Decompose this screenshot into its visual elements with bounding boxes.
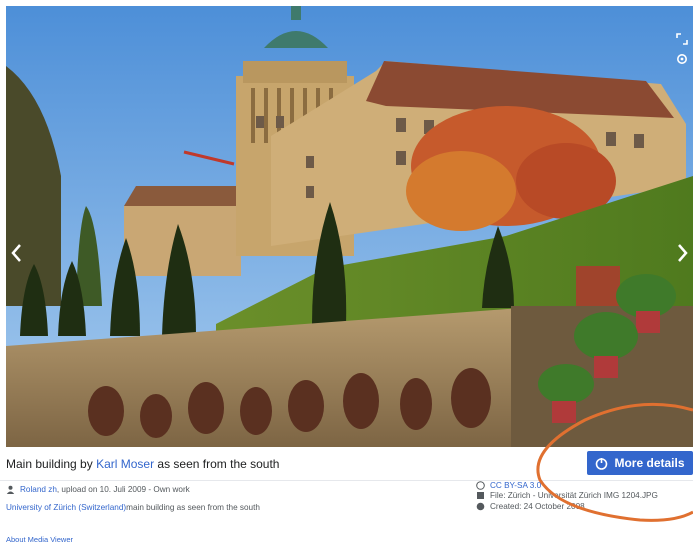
license-row: CC BY-SA 3.0 [476,480,658,491]
uploader-link[interactable]: Roland zh [20,485,57,494]
info-icon [596,457,608,470]
description-row: University of Zürich (Switzerland) main … [6,501,260,514]
caption-suffix: as seen from the south [154,457,280,471]
chevron-right-icon [678,244,688,262]
upload-info: , upload on 10. Juli 2009 - Own work [56,485,190,494]
author-link[interactable]: Karl Moser [96,457,154,471]
created-date: Created: 24 October 2008 [490,501,585,511]
created-row: Created: 24 October 2008 [476,501,658,512]
more-details-label: More details [614,456,685,470]
uploader-row: Roland zh, upload on 10. Juli 2009 - Own… [6,483,260,496]
file-icon [477,492,484,500]
description-link[interactable]: University of Zürich (Switzerland) [6,503,126,512]
file-name: File: Zürich - Universität Zürich IMG 12… [490,491,658,501]
media-image-viewer[interactable] [6,6,693,447]
next-image-button[interactable] [673,238,693,268]
metadata-right: CC BY-SA 3.0 File: Zürich - Universität … [476,480,658,512]
university-building-photo [6,6,693,447]
cc-license-icon [476,480,485,490]
chevron-left-icon [11,244,21,262]
about-media-viewer-link[interactable]: About Media Viewer [6,535,73,544]
clock-icon [476,502,485,511]
caption-prefix: Main building by [6,457,97,471]
file-row: File: Zürich - Universität Zürich IMG 12… [476,491,658,502]
more-details-button[interactable]: More details [587,451,693,475]
metadata-left: Roland zh, upload on 10. Juli 2009 - Own… [6,483,260,514]
description-text: main building as seen from the south [126,503,260,512]
previous-image-button[interactable] [6,238,26,268]
user-icon [6,485,15,494]
fullscreen-icon[interactable] [675,32,689,46]
image-caption: Main building by Karl Moser as seen from… [6,457,279,471]
license-link[interactable]: CC BY-SA 3.0 [490,481,541,490]
gear-icon[interactable] [675,52,689,66]
